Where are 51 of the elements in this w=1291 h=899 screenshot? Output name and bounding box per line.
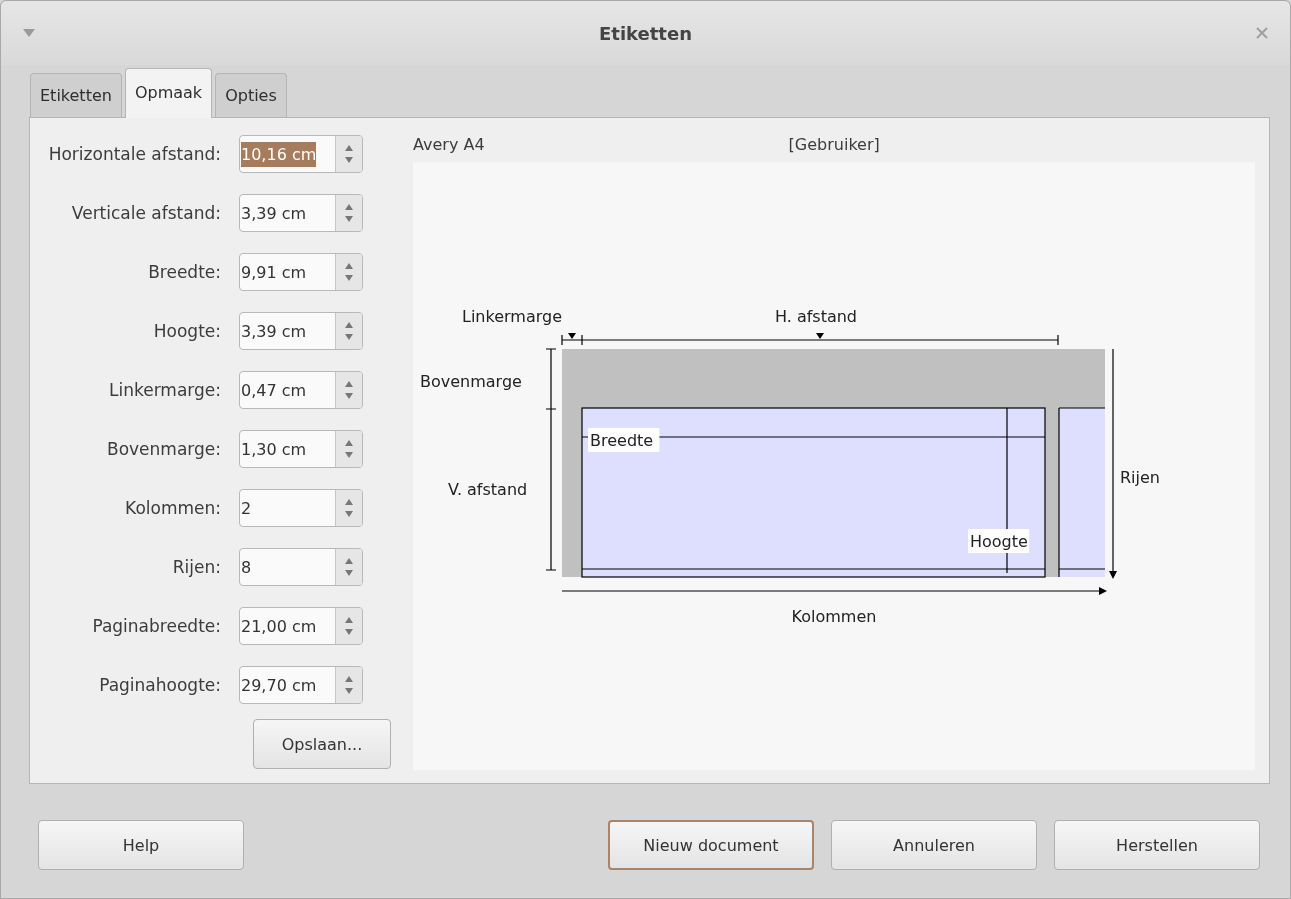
label-type: [Gebruiker]: [788, 135, 880, 154]
close-icon[interactable]: [1256, 27, 1268, 39]
spin-arrows-icon[interactable]: [345, 321, 353, 341]
tab[interactable]: Opmaak: [124, 68, 213, 118]
spin-field[interactable]: 10,16 cm: [239, 135, 363, 173]
field-label: Paginabreedte:: [92, 616, 221, 636]
spin-field[interactable]: 3,39 cm: [239, 194, 363, 232]
spin-arrows-icon[interactable]: [345, 616, 353, 636]
dialog-button[interactable]: Annuleren: [831, 820, 1037, 870]
field-label: Kolommen:: [125, 498, 221, 518]
spin-field[interactable]: 3,39 cm: [239, 312, 363, 350]
save-button[interactable]: Opslaan...: [253, 719, 391, 769]
diagram-label: Kolommen: [791, 607, 877, 626]
spin-arrows-icon[interactable]: [345, 144, 353, 164]
spin-field[interactable]: 1,30 cm: [239, 430, 363, 468]
field-label: Linkermarge:: [109, 380, 221, 400]
dialog-button[interactable]: Nieuw document: [608, 820, 814, 870]
diagram-label: Bovenmarge: [420, 372, 522, 391]
dialog-button[interactable]: Herstellen: [1054, 820, 1260, 870]
spin-field[interactable]: 0,47 cm: [239, 371, 363, 409]
field-label: Horizontale afstand:: [48, 144, 221, 164]
field-label: Breedte:: [148, 262, 221, 282]
spin-arrows-icon[interactable]: [345, 262, 353, 282]
field-label: Hoogte:: [153, 321, 221, 341]
spin-field[interactable]: 21,00 cm: [239, 607, 363, 645]
diagram-label: Breedte: [590, 431, 654, 450]
diagram-label: V. afstand: [448, 480, 528, 499]
spin-arrows-icon[interactable]: [345, 557, 353, 577]
tab[interactable]: Etiketten: [30, 73, 122, 117]
field-label: Rijen:: [172, 557, 221, 577]
spin-arrows-icon[interactable]: [345, 203, 353, 223]
diagram-label: Hoogte: [970, 532, 1028, 551]
label-brand: Avery A4: [413, 135, 485, 154]
spin-field[interactable]: 8: [239, 548, 363, 586]
diagram-label: Rijen: [1120, 468, 1160, 487]
field-label: Bovenmarge:: [107, 439, 221, 459]
spin-arrows-icon[interactable]: [345, 498, 353, 518]
diagram-label: Linkermarge: [462, 307, 563, 326]
diagram-label: H. afstand: [774, 307, 858, 326]
field-label: Verticale afstand:: [71, 203, 221, 223]
window-title: Etiketten: [598, 22, 693, 44]
spin-arrows-icon[interactable]: [345, 380, 353, 400]
window-menu-icon[interactable]: [23, 29, 35, 37]
tab[interactable]: Opties: [215, 73, 287, 117]
spin-field[interactable]: 2: [239, 489, 363, 527]
field-label: Paginahoogte:: [99, 675, 221, 695]
spin-arrows-icon[interactable]: [345, 439, 353, 459]
dialog-button[interactable]: Help: [38, 820, 244, 870]
spin-field[interactable]: 29,70 cm: [239, 666, 363, 704]
spin-field[interactable]: 9,91 cm: [239, 253, 363, 291]
spin-arrows-icon[interactable]: [345, 675, 353, 695]
